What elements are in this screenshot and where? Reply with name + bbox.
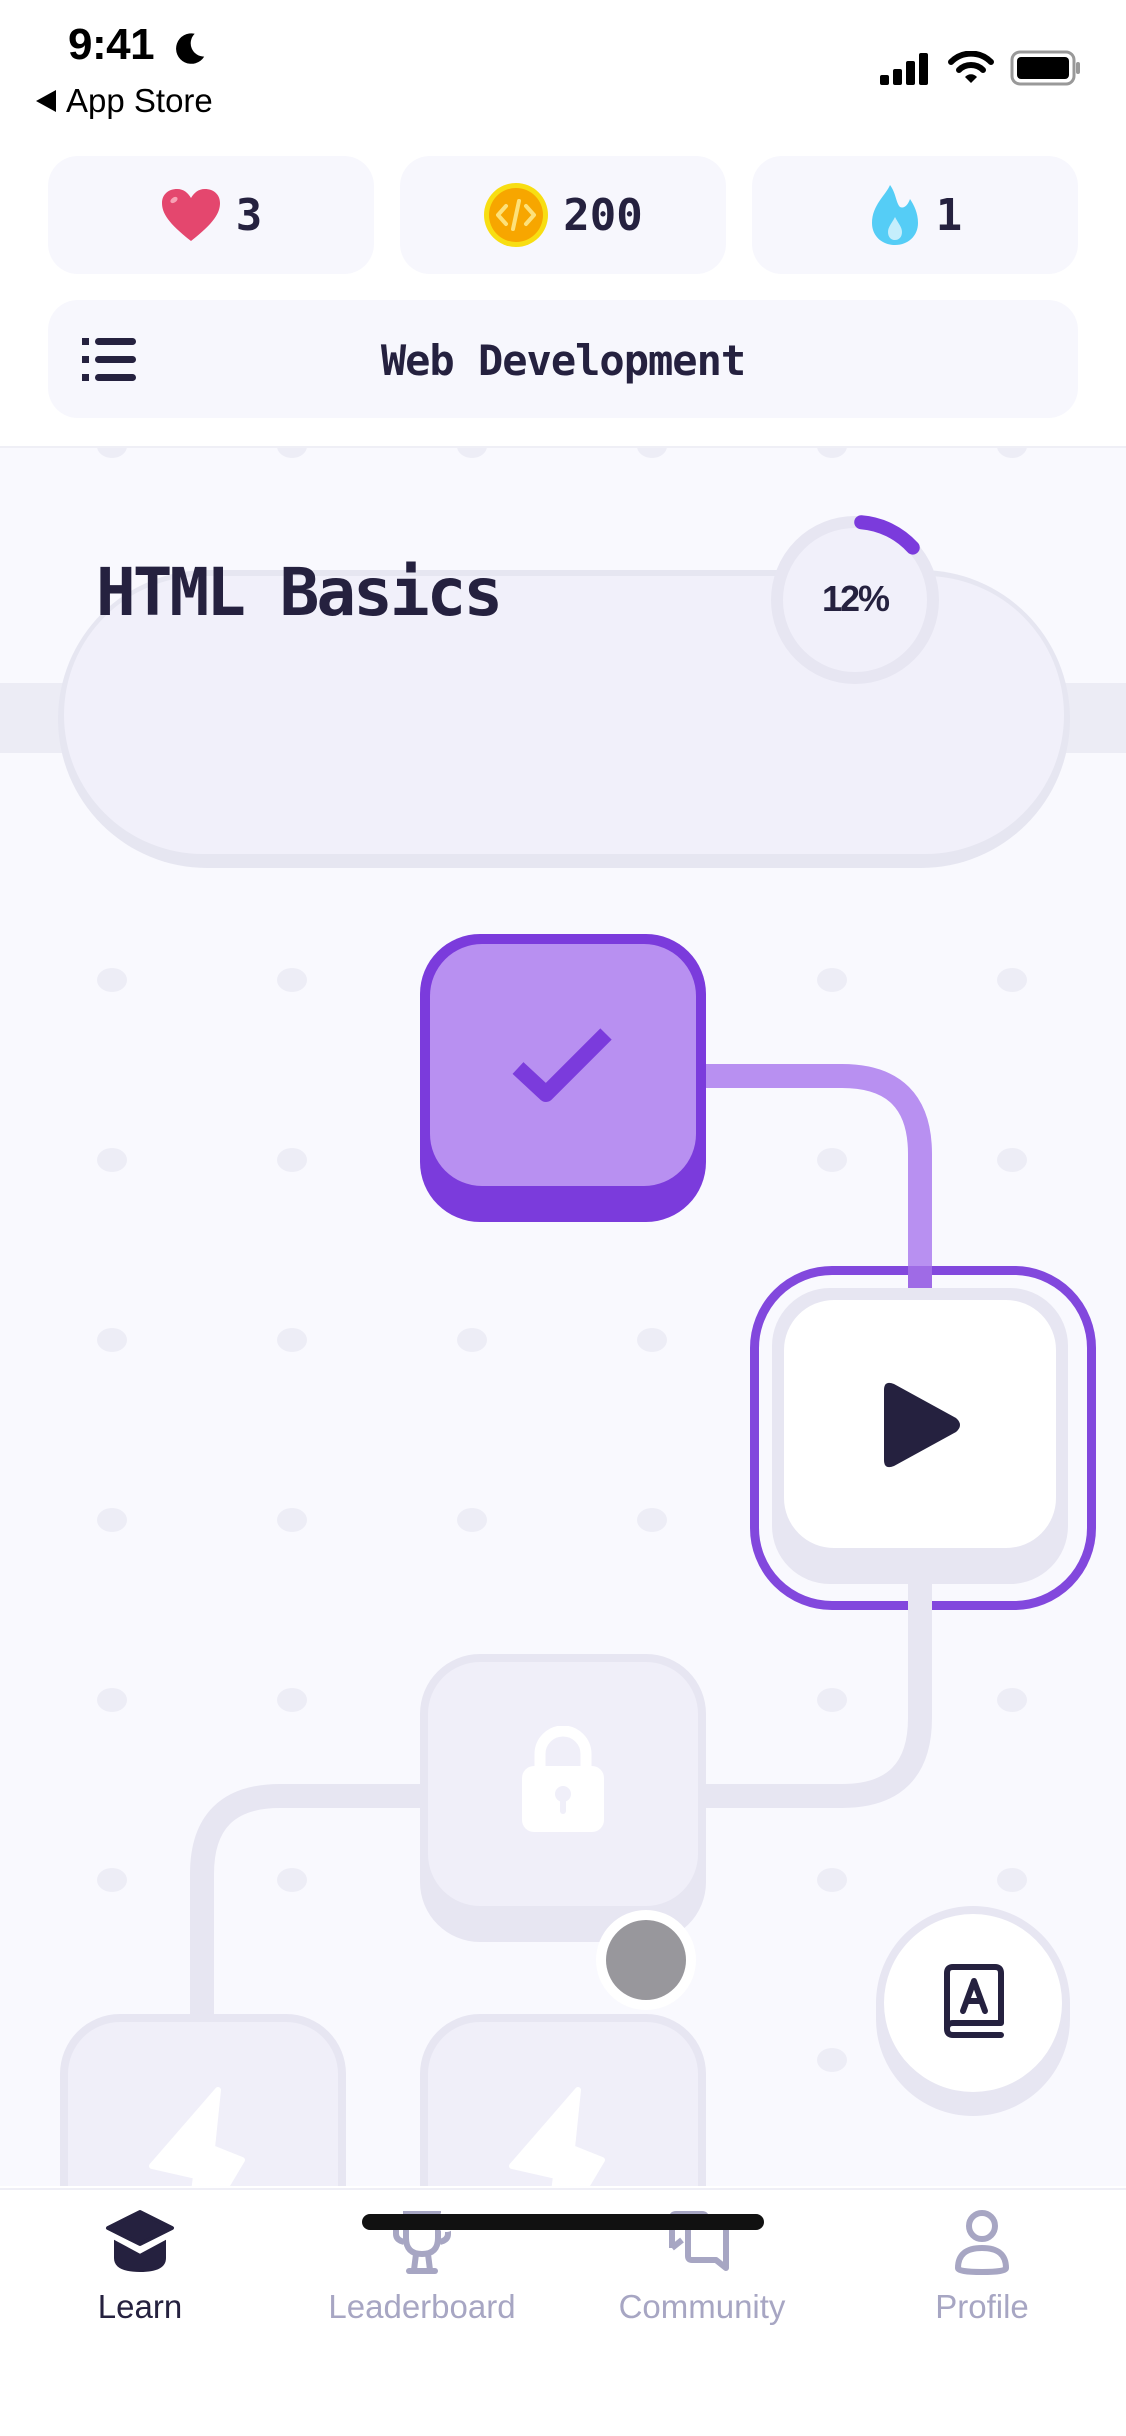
tab-learn[interactable]: Learn: [20, 2208, 260, 2328]
lesson-node-bolt-1[interactable]: [60, 2014, 346, 2186]
back-link-label: App Store: [66, 82, 213, 119]
tab-label: Learn: [97, 2288, 183, 2325]
unit-progress-label: 12%: [821, 578, 890, 619]
glossary-button[interactable]: [876, 1906, 1070, 2116]
back-arrow-icon: [36, 90, 56, 112]
connector-to-bolt: [190, 1784, 426, 2028]
moon-icon: [176, 33, 205, 64]
tab-label: Leaderboard: [328, 2288, 516, 2325]
lock-icon: [522, 1726, 604, 1832]
learning-path-map: HTML Basics 12%: [0, 446, 1126, 2186]
connector-completed: [700, 1064, 932, 1298]
lesson-node-locked[interactable]: [420, 1654, 706, 1942]
streak-counter[interactable]: 1: [752, 156, 1078, 274]
signal-icon: [880, 53, 928, 85]
dictionary-icon: [944, 1964, 1004, 2038]
coins-counter[interactable]: 200: [400, 156, 726, 274]
status-icons: [878, 50, 1082, 86]
bolt-icon: [149, 2087, 245, 2186]
home-indicator[interactable]: [362, 2214, 764, 2230]
lives-value: 3: [235, 189, 263, 241]
streak-value: 1: [935, 189, 963, 241]
unit-title: HTML Basics: [96, 554, 503, 631]
lesson-node-completed[interactable]: [420, 934, 706, 1222]
graduation-cap-icon: [106, 2210, 174, 2272]
play-icon: [884, 1382, 960, 1468]
heart-icon: [161, 189, 220, 241]
battery-icon: [1010, 50, 1080, 86]
lesson-node-bolt-2[interactable]: [420, 2014, 706, 2186]
stats-row: 3 200 1: [48, 156, 1078, 274]
connector-to-locked: [700, 1578, 932, 1808]
status-bar: 9:41 App Store: [0, 0, 1126, 140]
tab-profile[interactable]: Profile: [862, 2208, 1102, 2328]
coins-value: 200: [563, 189, 643, 241]
bolt-icon: [509, 2087, 605, 2186]
check-icon: [512, 1028, 612, 1102]
person-icon: [954, 2210, 1010, 2276]
course-selector[interactable]: Web Development: [48, 300, 1078, 418]
lives-counter[interactable]: 3: [48, 156, 374, 274]
tab-label: Community: [618, 2288, 786, 2325]
back-to-app-store-link[interactable]: App Store: [36, 82, 213, 120]
lesson-node-current[interactable]: [772, 1288, 1068, 1584]
flame-icon: [871, 185, 918, 245]
course-title: Web Development: [380, 336, 746, 385]
wifi-icon: [948, 51, 994, 83]
user-avatar-dot[interactable]: [596, 1910, 696, 2010]
tab-label: Profile: [935, 2288, 1029, 2325]
status-time: 9:41: [68, 20, 155, 69]
code-coin-icon: [484, 183, 549, 247]
